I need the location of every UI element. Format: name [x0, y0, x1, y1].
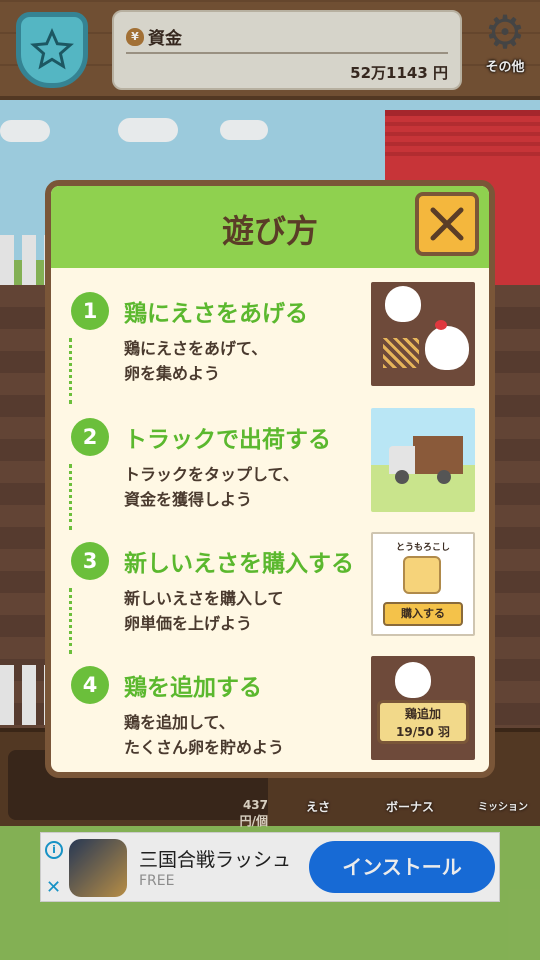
dialog-header: 遊び方	[51, 186, 489, 268]
add-chicken-illustration: 鶏追加 19/50 羽	[371, 656, 475, 760]
step-number: 4	[71, 666, 109, 704]
step-title: 鶏にえさをあげる	[124, 301, 308, 327]
add-label: 鶏追加	[404, 707, 441, 721]
chicken-icon	[425, 326, 469, 370]
step-connector	[69, 338, 72, 404]
step-description: 新しいえさを購入して 卵単価を上げよう	[124, 589, 284, 633]
add-count: 19/50 羽	[396, 725, 450, 739]
add-chicken-button-sample: 鶏追加 19/50 羽	[377, 700, 469, 744]
step-number: 3	[71, 542, 109, 580]
step-title: 鶏を追加する	[124, 675, 262, 701]
feed-grain	[383, 338, 419, 368]
step-title: 新しいえさを購入する	[124, 551, 354, 577]
truck-icon	[413, 436, 463, 474]
chicken-icon	[395, 662, 431, 698]
how-to-play-dialog: 遊び方 1 鶏にえさをあげる 鶏にえさをあげて、 卵を集めよう 2 トラックで出…	[45, 180, 495, 778]
step-description: 鶏を追加して、 たくさん卵を貯めよう	[124, 713, 285, 757]
step-number: 1	[71, 292, 109, 330]
chicken-icon	[385, 286, 421, 322]
wheel	[437, 470, 451, 484]
feed-name: とうもろこし	[395, 543, 450, 553]
corn-icon	[403, 556, 441, 594]
close-button[interactable]	[415, 192, 479, 256]
wheel	[395, 470, 409, 484]
buy-button-sample: 購入する	[383, 602, 463, 626]
step-title: トラックで出荷する	[124, 427, 331, 453]
step-description: トラックをタップして、 資金を獲得しよう	[124, 465, 299, 509]
step-description: 鶏にえさをあげて、 卵を集めよう	[124, 339, 268, 383]
feeding-illustration	[371, 282, 475, 386]
close-icon	[430, 207, 464, 241]
step-number: 2	[71, 418, 109, 456]
truck-illustration	[371, 408, 475, 512]
buy-feed-illustration: とうもろこし 購入する	[371, 532, 475, 636]
comb	[435, 320, 447, 330]
step-connector	[69, 588, 72, 654]
step-connector	[69, 464, 72, 530]
